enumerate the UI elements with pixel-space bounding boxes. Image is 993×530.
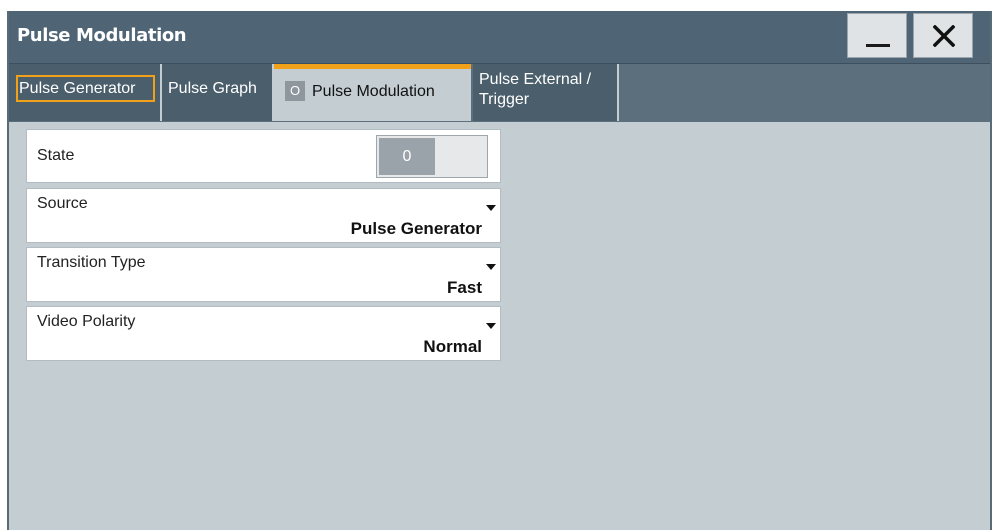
transition-type-label: Transition Type xyxy=(37,254,146,271)
source-value: Pulse Generator xyxy=(350,219,482,238)
source-label: Source xyxy=(37,195,88,212)
state-label: State xyxy=(37,147,75,164)
state-row: State 0 xyxy=(26,129,501,183)
tab-pulse-external-trigger[interactable]: Pulse External / Trigger xyxy=(473,64,619,121)
dropdown-caret-icon xyxy=(486,323,496,329)
transition-type-value: Fast xyxy=(447,278,482,297)
tab-label: Pulse Graph xyxy=(168,80,257,97)
tab-label: Pulse External / Trigger xyxy=(479,71,592,108)
tab-label: Pulse Modulation xyxy=(312,83,435,100)
tab-pulse-graph[interactable]: Pulse Graph xyxy=(162,64,274,121)
tab-bar: Pulse Generator Pulse Graph O Pulse Modu… xyxy=(9,64,990,122)
source-dropdown[interactable]: Source Pulse Generator xyxy=(26,188,501,243)
state-toggle[interactable]: 0 xyxy=(376,135,488,178)
video-polarity-dropdown[interactable]: Video Polarity Normal xyxy=(26,306,501,361)
pulse-modulation-dialog: Pulse Modulation Pulse Generator Pulse G… xyxy=(7,11,992,530)
close-icon xyxy=(933,25,955,47)
tab-pulse-modulation[interactable]: O Pulse Modulation xyxy=(274,64,471,121)
window-title: Pulse Modulation xyxy=(17,25,187,46)
tab-label: Pulse Generator xyxy=(19,80,136,97)
minimize-button[interactable] xyxy=(847,13,907,58)
dropdown-caret-icon xyxy=(486,264,496,270)
close-button[interactable] xyxy=(913,13,973,58)
dropdown-caret-icon xyxy=(486,205,496,211)
transition-type-dropdown[interactable]: Transition Type Fast xyxy=(26,247,501,302)
minimize-icon xyxy=(866,44,890,47)
state-toggle-knob: 0 xyxy=(379,138,435,175)
video-polarity-label: Video Polarity xyxy=(37,313,136,330)
title-bar: Pulse Modulation xyxy=(9,11,990,64)
video-polarity-value: Normal xyxy=(423,337,482,356)
state-indicator-badge: O xyxy=(285,81,305,101)
tab-pulse-generator[interactable]: Pulse Generator xyxy=(9,64,162,121)
